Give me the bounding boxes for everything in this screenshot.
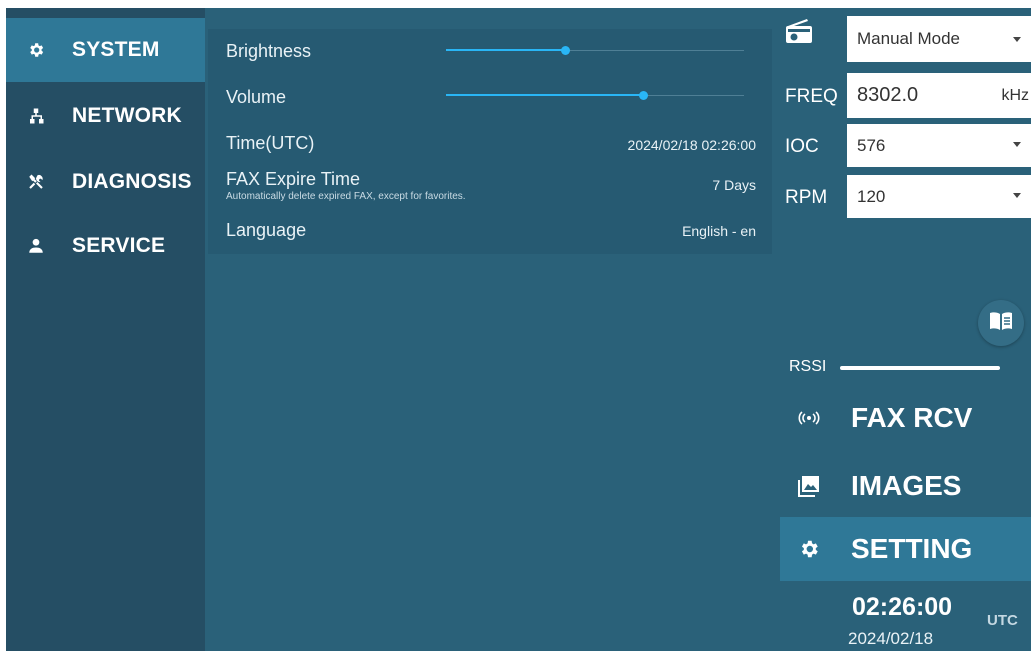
language-label: Language [226,220,307,240]
nav-setting[interactable]: SETTING [780,517,1031,581]
clock-time: 02:26:00 [852,593,953,621]
gear-icon [796,536,822,562]
images-icon [796,473,822,499]
language-row[interactable]: Language English - en [226,220,756,246]
app-window: SYSTEM NETWORK DIAGNOSIS SERVICE Brightn… [6,8,1031,651]
sidebar: SYSTEM NETWORK DIAGNOSIS SERVICE [6,8,205,651]
time-label: Time(UTC) [226,133,315,153]
rssi-label: RSSI [789,358,827,375]
chevron-down-icon [1013,37,1021,42]
sidebar-item-diagnosis[interactable]: DIAGNOSIS [6,150,205,214]
freq-input[interactable]: 8302.0 kHz [847,73,1031,118]
freq-value: 8302.0 [857,84,919,106]
language-value: English - en [682,223,756,239]
fax-expire-label: FAX Expire Time [226,169,361,189]
fax-expire-value: 7 Days [712,177,756,193]
radio-icon [785,18,813,49]
clock-timezone: UTC [987,612,1018,629]
gear-icon [22,36,50,64]
nav-images-label: IMAGES [851,470,962,501]
ioc-select[interactable]: 576 [847,124,1031,167]
sidebar-item-system[interactable]: SYSTEM [6,18,205,82]
freq-unit: kHz [1001,86,1029,104]
chevron-down-icon [1013,193,1021,198]
brightness-slider-thumb[interactable] [561,46,571,55]
book-icon [989,311,1013,336]
manual-button[interactable] [978,300,1024,346]
broadcast-icon [796,405,822,431]
time-row[interactable]: Time(UTC) 2024/02/18 02:26:00 [226,133,756,157]
system-settings-panel: Brightness Volume Time(UTC) 2024/02/18 0… [208,29,772,254]
mode-select-value: Manual Mode [857,29,961,48]
fax-expire-row[interactable]: FAX Expire Time Automatically delete exp… [226,169,756,209]
nav-images[interactable]: IMAGES [780,454,1031,518]
nav-setting-label: SETTING [851,533,973,564]
network-icon [22,102,50,130]
volume-slider-thumb[interactable] [638,91,648,100]
ioc-label: IOC [785,136,819,157]
right-panel: Manual Mode FREQ 8302.0 kHz IOC 576 RPM … [780,8,1031,651]
chevron-down-icon [1013,142,1021,147]
sidebar-item-service[interactable]: SERVICE [6,214,205,278]
time-value: 2024/02/18 02:26:00 [627,137,756,153]
volume-slider[interactable] [446,86,744,106]
nav-fax-rcv-label: FAX RCV [851,402,973,433]
sidebar-item-label: NETWORK [72,104,182,127]
fax-expire-description: Automatically delete expired FAX, except… [226,191,466,202]
sidebar-item-label: DIAGNOSIS [72,170,192,193]
sidebar-item-label: SERVICE [72,234,166,257]
mode-select[interactable]: Manual Mode [847,16,1031,62]
ioc-select-value: 576 [857,135,886,155]
person-icon [22,232,50,260]
sidebar-item-network[interactable]: NETWORK [6,84,205,148]
rpm-select[interactable]: 120 [847,175,1031,218]
freq-label: FREQ [785,86,838,107]
rssi-meter [840,366,1000,370]
rpm-select-value: 120 [857,186,886,206]
brightness-slider[interactable] [446,41,744,61]
tools-icon [22,168,50,196]
clock-date: 2024/02/18 [848,629,934,648]
brightness-label: Brightness [226,41,312,61]
rpm-label: RPM [785,187,828,208]
volume-label: Volume [226,87,287,107]
sidebar-item-label: SYSTEM [72,38,160,61]
nav-fax-rcv[interactable]: FAX RCV [780,386,1031,450]
